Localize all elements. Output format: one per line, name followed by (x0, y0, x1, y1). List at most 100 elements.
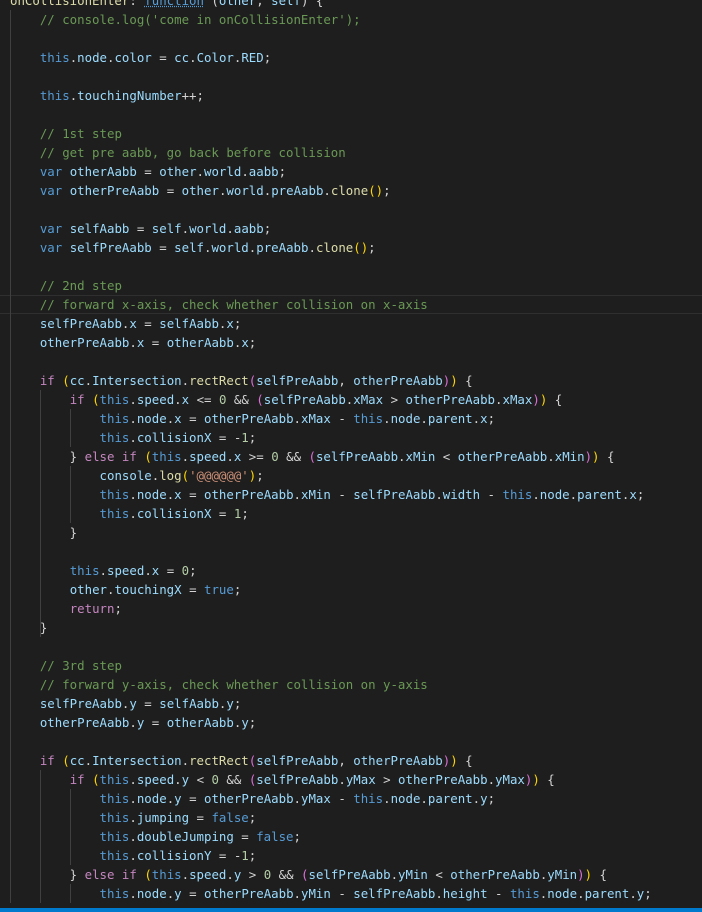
code-line[interactable]: if (cc.Intersection.rectRect(selfPreAabb… (10, 751, 702, 770)
code-line[interactable]: this.node.color = cc.Color.RED; (10, 48, 702, 67)
code-token: . (293, 886, 302, 901)
code-line[interactable]: onCollisionEnter: function (other, self)… (10, 0, 702, 10)
code-line[interactable]: // console.log('come in onCollisionEnter… (10, 10, 702, 29)
code-token: world (204, 164, 242, 179)
code-token: > (383, 392, 406, 407)
code-line[interactable]: ​ (10, 542, 702, 561)
code-line[interactable]: this.doubleJumping = false; (10, 827, 702, 846)
code-area[interactable]: onCollisionEnter: function (other, self)… (0, 0, 702, 903)
code-line[interactable]: other.touchingX = true; (10, 580, 702, 599)
code-line[interactable]: otherPreAabb.y = otherAabb.y; (10, 713, 702, 732)
code-token: ( (308, 449, 316, 464)
code-token: this (69, 563, 100, 578)
code-token: world (226, 183, 264, 198)
code-line[interactable]: var otherAabb = other.world.aabb; (10, 162, 702, 181)
code-token: . (435, 886, 443, 901)
code-token: xMin (554, 449, 585, 464)
code-token: // console.log('come in onCollisionEnter… (39, 12, 361, 27)
code-line[interactable]: } else if (this.speed.x >= 0 && (selfPre… (10, 447, 702, 466)
code-line[interactable]: this.jumping = false; (10, 808, 702, 827)
code-token: = (181, 886, 205, 901)
code-line[interactable]: this.node.x = otherPreAabb.xMin - selfPr… (10, 485, 702, 504)
code-token: parent (577, 487, 622, 502)
code-line[interactable]: ​ (10, 732, 702, 751)
code-token: selfPreAabb (263, 392, 346, 407)
code-token: var (39, 183, 63, 198)
code-line[interactable]: this.collisionY = -1; (10, 846, 702, 865)
code-line[interactable]: // 3rd step (10, 656, 702, 675)
code-editor[interactable]: onCollisionEnter: function (other, self)… (0, 0, 702, 912)
code-line[interactable]: selfPreAabb.y = selfAabb.y; (10, 694, 702, 713)
code-line[interactable]: this.collisionX = -1; (10, 428, 702, 447)
code-token: var (39, 221, 63, 236)
code-token: . (129, 487, 137, 502)
code-token: && (278, 449, 309, 464)
code-token: { (599, 449, 615, 464)
code-token: selfPreAabb (256, 753, 339, 768)
code-line[interactable]: ​ (10, 257, 702, 276)
code-token: ; (114, 601, 122, 616)
code-token: node (539, 487, 570, 502)
code-line[interactable]: if (this.speed.y < 0 && (selfPreAabb.yMa… (10, 770, 702, 789)
code-line[interactable]: ​ (10, 29, 702, 48)
code-line[interactable]: // 2nd step (10, 276, 702, 295)
code-token: return (69, 601, 115, 616)
code-token: ) (584, 449, 593, 464)
code-token: = (181, 411, 205, 426)
code-line[interactable]: console.log('@@@@@@'); (10, 466, 702, 485)
code-token: . (472, 411, 481, 426)
code-line[interactable]: this.collisionX = 1; (10, 504, 702, 523)
code-line[interactable]: this.node.x = otherPreAabb.xMax - this.n… (10, 409, 702, 428)
code-line[interactable]: selfPreAabb.x = selfAabb.x; (10, 314, 702, 333)
code-token: rectRect (189, 753, 249, 768)
code-token: . (99, 563, 107, 578)
code-line[interactable]: var otherPreAabb = other.world.preAabb.c… (10, 181, 702, 200)
code-line[interactable]: this.node.y = otherPreAabb.yMax - this.n… (10, 789, 702, 808)
code-line[interactable]: this.speed.x = 0; (10, 561, 702, 580)
code-line[interactable]: otherPreAabb.x = otherAabb.x; (10, 333, 702, 352)
code-token: this (99, 886, 130, 901)
code-token: node (136, 411, 167, 426)
code-token: ( (144, 867, 152, 882)
code-line[interactable]: // forward y-axis, check whether collisi… (10, 675, 702, 694)
code-line[interactable]: var selfAabb = self.world.aabb; (10, 219, 702, 238)
code-line[interactable]: } else if (this.speed.y > 0 && (selfPreA… (10, 865, 702, 884)
code-line[interactable]: return; (10, 599, 702, 618)
code-token: width (442, 487, 481, 502)
code-token: speed (136, 392, 175, 407)
code-line[interactable]: if (cc.Intersection.rectRect(selfPreAabb… (10, 371, 702, 390)
code-line[interactable]: var selfPreAabb = self.world.preAabb.clo… (10, 238, 702, 257)
code-line[interactable]: // 1st step (10, 124, 702, 143)
code-token: = (233, 829, 257, 844)
code-token: = (151, 50, 175, 65)
code-line[interactable]: this.touchingNumber++; (10, 86, 702, 105)
code-token: RED (241, 50, 264, 65)
code-token: = (181, 582, 204, 597)
code-token: . (129, 810, 137, 825)
code-line[interactable]: ​ (10, 637, 702, 656)
code-token: self (174, 240, 204, 255)
code-token: () (353, 240, 369, 255)
code-token: color (114, 50, 152, 65)
code-line[interactable]: ​ (10, 200, 702, 219)
code-token: . (226, 221, 234, 236)
code-line[interactable]: ​ (10, 352, 702, 371)
code-line[interactable]: this.node.y = otherPreAabb.yMin - selfPr… (10, 884, 702, 903)
code-line[interactable]: } (10, 618, 702, 637)
indent-guide (69, 789, 71, 865)
code-token: selfPreAabb (39, 316, 122, 331)
code-line[interactable]: // get pre aabb, go back before collisio… (10, 143, 702, 162)
code-token: otherPreAabb (204, 487, 294, 502)
code-line[interactable]: if (this.speed.x <= 0 && (selfPreAabb.xM… (10, 390, 702, 409)
code-line[interactable]: // forward x-axis, check whether collisi… (0, 295, 702, 314)
code-line[interactable]: ​ (10, 105, 702, 124)
code-token: 1 (241, 430, 249, 445)
code-line[interactable]: ​ (10, 67, 702, 86)
code-token: > (375, 772, 399, 787)
code-line[interactable]: } (10, 523, 702, 542)
